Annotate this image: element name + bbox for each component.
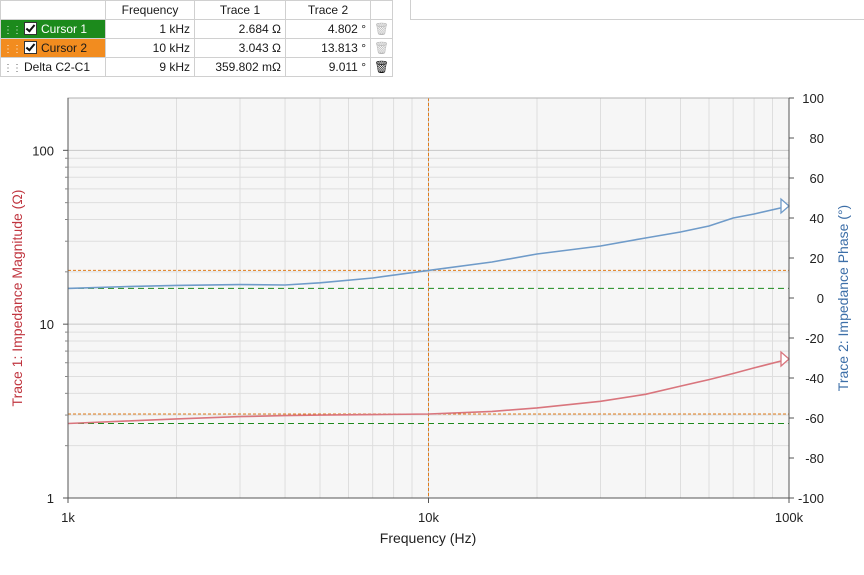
y-right-tick-label: 20 — [810, 251, 824, 266]
y-right-tick-label: -20 — [805, 331, 824, 346]
x-tick-label: 1k — [61, 510, 75, 525]
y-right-tick-label: 40 — [810, 211, 824, 226]
x-tick-label: 100k — [775, 510, 804, 525]
y-right-tick-label: 80 — [810, 131, 824, 146]
y-right-tick-label: -60 — [805, 411, 824, 426]
y-right-tick-label: 0 — [817, 291, 824, 306]
y-right-tick-label: -80 — [805, 451, 824, 466]
y-left-tick-label: 10 — [40, 317, 54, 332]
y-axis-right-label: Trace 2: Impedance Phase (°) — [835, 205, 851, 391]
y-right-tick-label: 60 — [810, 171, 824, 186]
y-right-tick-label: -100 — [798, 491, 824, 506]
y-left-tick-label: 1 — [47, 491, 54, 506]
x-axis-label: Frequency (Hz) — [380, 530, 476, 546]
x-tick-label: 10k — [418, 510, 439, 525]
y-right-tick-label: -40 — [805, 371, 824, 386]
y-left-tick-label: 100 — [32, 143, 54, 158]
y-right-tick-label: 100 — [802, 91, 824, 106]
impedance-chart[interactable]: 1k 10k 100k 1 10 100 100 80 60 40 20 0 -20 -40 -60 -80 -… — [0, 0, 864, 575]
y-axis-left-label: Trace 1: Impedance Magnitude (Ω) — [9, 190, 25, 407]
